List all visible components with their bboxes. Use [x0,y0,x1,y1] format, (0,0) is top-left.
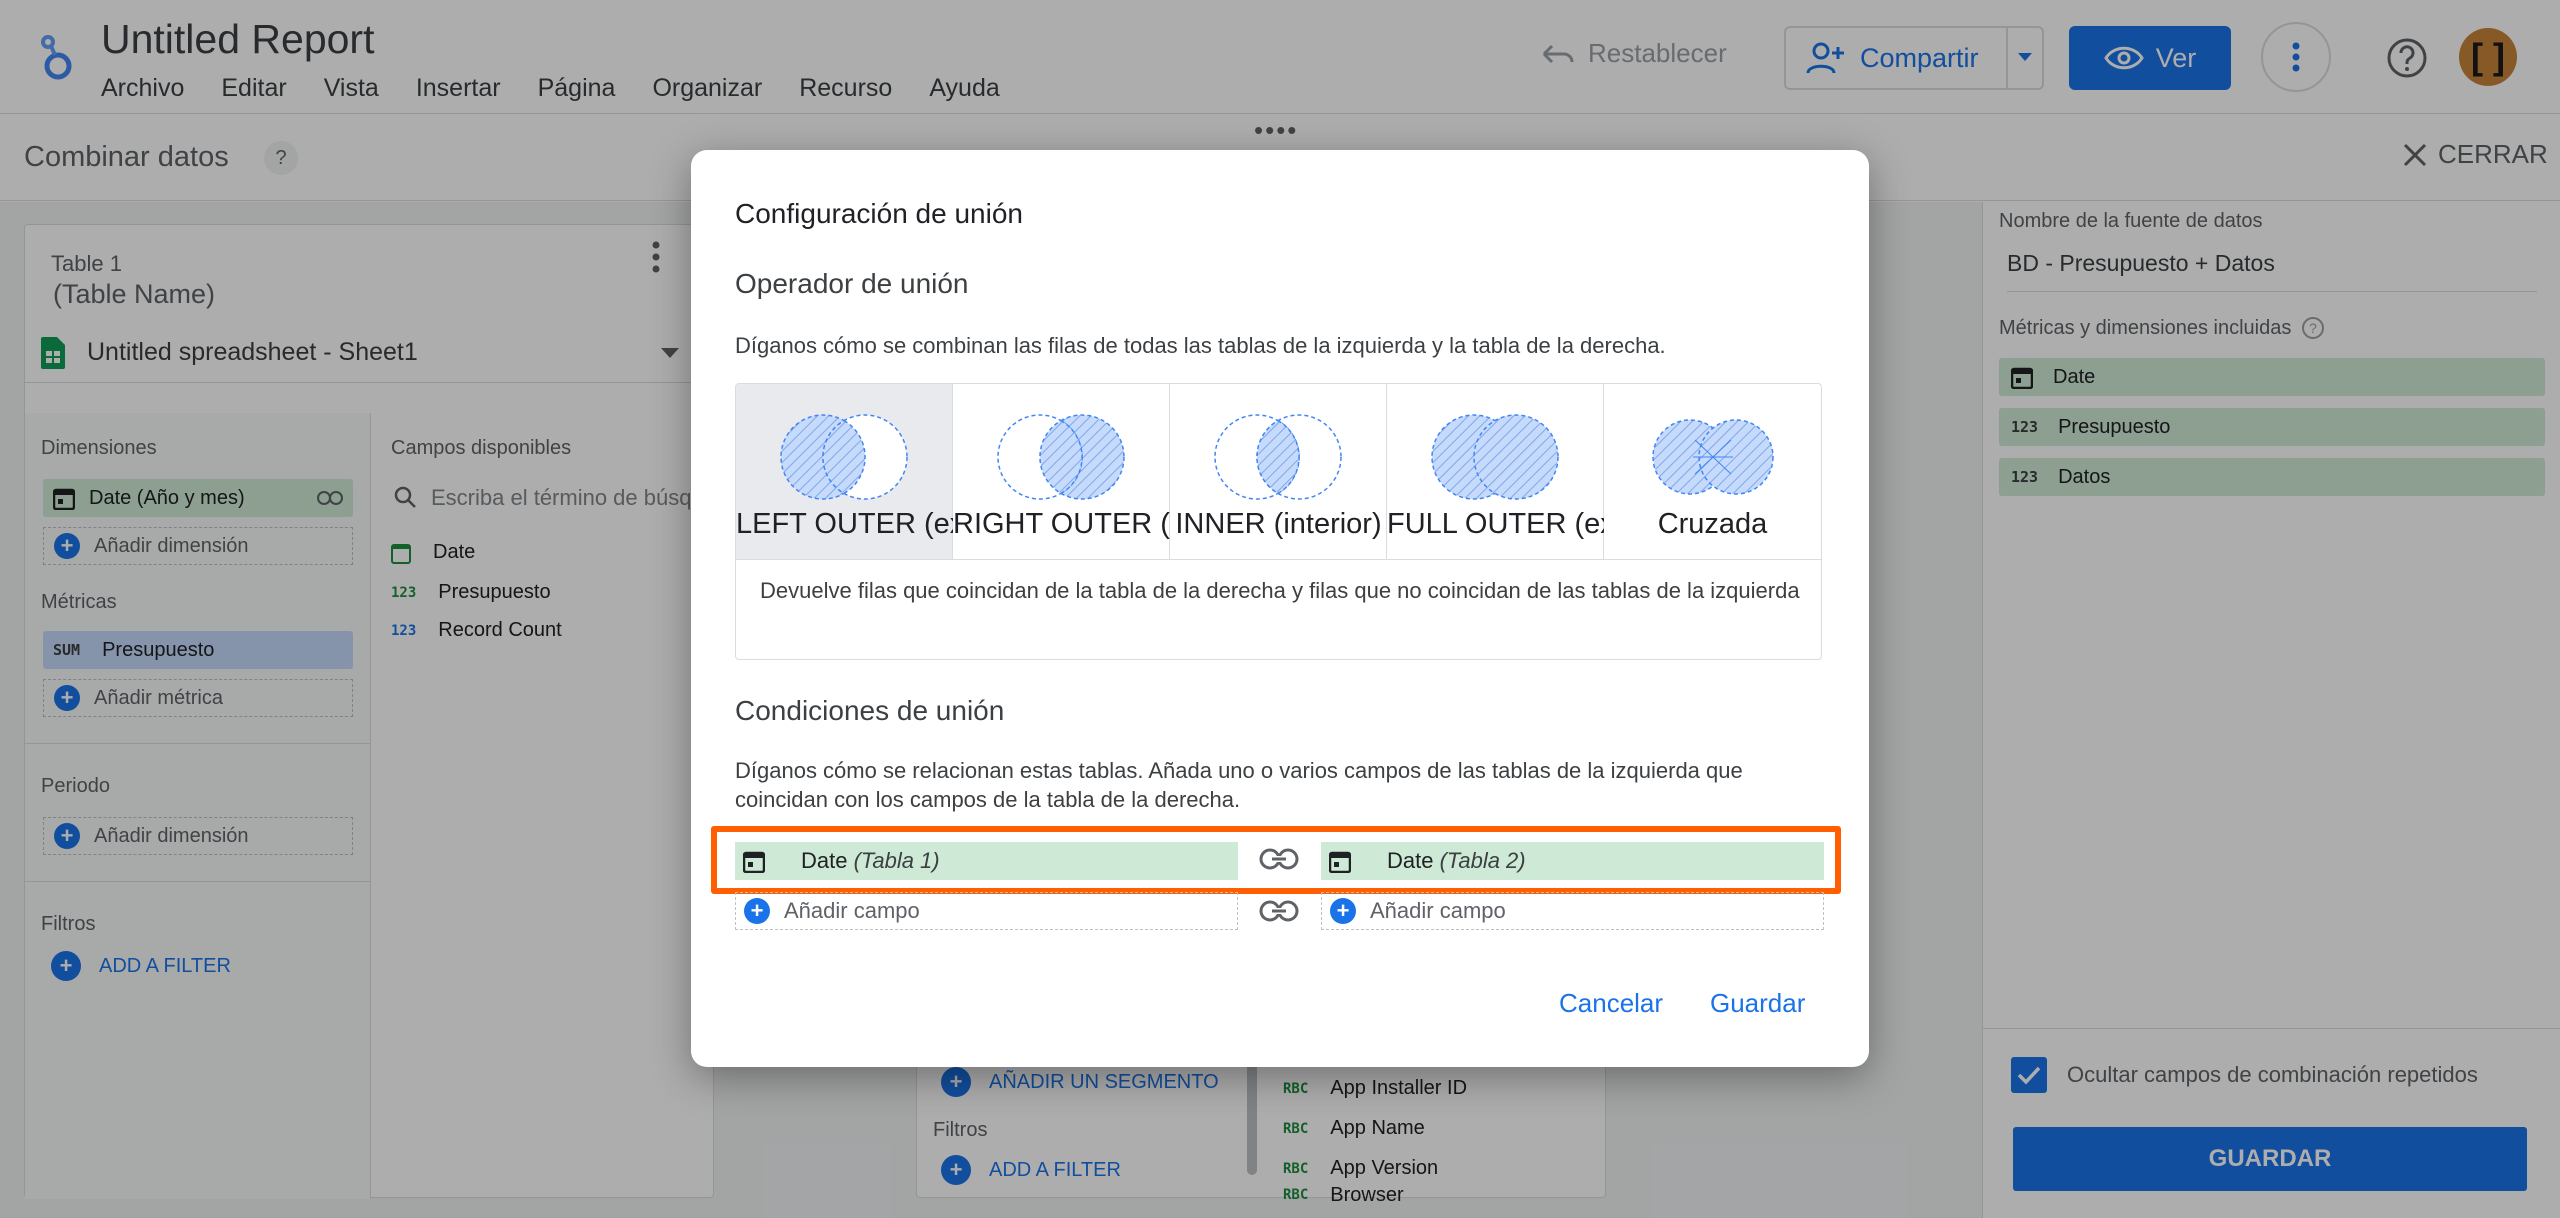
full-outer-join-icon [1431,414,1559,500]
add-field-label: Añadir campo [784,898,920,923]
join-option-label: FULL OUTER (externa completa) [1387,508,1604,540]
save-button[interactable]: Guardar [1710,988,1805,1019]
join-type-selector: LEFT OUTER (externa izquierda) RIGHT OUT… [735,383,1822,660]
join-option-full-outer[interactable]: FULL OUTER (externa completa) [1387,384,1604,559]
cross-join-icon [1651,419,1774,495]
right-table-label: (Tabla 2) [1439,848,1526,873]
calendar-icon [743,851,765,873]
left-join-field[interactable]: Date (Tabla 1) [735,842,1238,880]
join-option-cross[interactable]: Cruzada [1604,384,1821,559]
join-conditions-desc: Díganos cómo se relacionan estas tablas.… [735,758,1743,812]
left-field-label: Date [801,848,848,873]
plus-icon: + [1330,898,1356,924]
left-table-label: (Tabla 1) [853,848,940,873]
right-outer-join-icon [997,414,1125,500]
plus-icon: + [744,898,770,924]
join-option-label: INNER (interior) [1175,508,1382,540]
cancel-button[interactable]: Cancelar [1559,988,1663,1019]
right-join-field[interactable]: Date (Tabla 2) [1321,842,1824,880]
right-field-label: Date [1387,848,1434,873]
inner-join-icon [1214,414,1342,500]
add-right-field-button[interactable]: + Añadir campo [1321,892,1824,930]
link-icon [1259,848,1299,870]
join-option-right-outer[interactable]: RIGHT OUTER (externa derecha) [953,384,1170,559]
calendar-icon [1329,851,1351,873]
dialog-title: Configuración de unión [735,198,1023,229]
join-option-label: Cruzada [1657,508,1768,540]
link-icon [1259,900,1299,922]
right-field-name: Date (Tabla 2) [1387,848,1526,874]
join-option-left-outer[interactable]: LEFT OUTER (externa izquierda) [736,384,953,559]
join-config-dialog: Configuración de unión Operador de unión… [691,150,1869,1067]
join-conditions-title: Condiciones de unión [735,695,1005,726]
join-operator-title: Operador de unión [735,268,969,299]
join-type-description: Devuelve filas que coincidan de la tabla… [760,578,1800,603]
join-type-divider [736,559,1821,560]
join-operator-desc: Díganos cómo se combinan las filas de to… [735,333,1666,358]
join-option-label: RIGHT OUTER (externa derecha) [953,508,1170,540]
left-outer-join-icon [780,414,908,500]
add-field-label: Añadir campo [1370,898,1506,923]
join-option-inner[interactable]: INNER (interior) [1170,384,1387,559]
join-option-label: LEFT OUTER (externa izquierda) [736,508,953,540]
add-left-field-button[interactable]: + Añadir campo [735,892,1238,930]
left-field-name: Date (Tabla 1) [801,848,940,874]
